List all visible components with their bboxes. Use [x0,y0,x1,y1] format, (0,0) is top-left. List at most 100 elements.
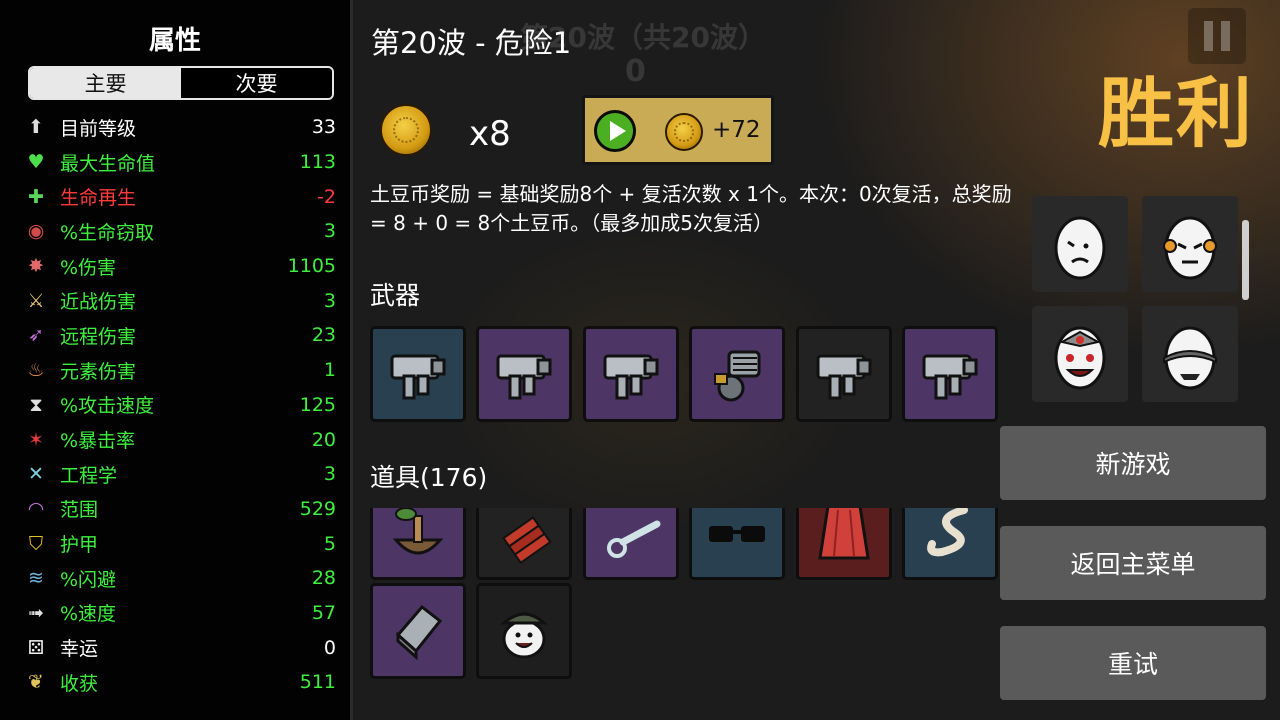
play-icon [594,110,636,152]
stat-row[interactable]: ⚄ 幸运 0 [24,630,336,665]
stat-list: ⬆ 目前等级 33 ♥ 最大生命值 113 ✚ 生命再生 -2 ◉ %生命窃取 3 ✸ %伤害 1105 ⚔ 近… [24,110,336,700]
gun-icon [390,354,446,400]
wrench-icon: ✕ [28,463,44,486]
stat-label: %生命窃取 [60,221,155,244]
stat-label: 护甲 [60,534,99,557]
item-slot[interactable] [583,508,679,580]
stat-value: 57 [311,601,336,624]
stat-row[interactable]: ✸ %伤害 1105 [24,249,336,284]
stat-label: %暴击率 [60,430,136,453]
victory-title: 胜利 [1098,69,1254,158]
gun-icon [603,354,659,400]
stat-value: 511 [299,671,336,694]
wave-title: 第20波 - 危险1 [371,26,572,60]
dynamite-icon [502,516,552,565]
stat-label: 近战伤害 [60,291,137,314]
metal-plate-icon [395,604,443,661]
stat-label: 生命再生 [60,187,137,210]
stat-row[interactable]: ➶ 远程伤害 23 [24,318,336,353]
enemy-slot[interactable] [1142,196,1238,292]
dice-icon: ⚄ [27,636,45,659]
stat-row[interactable]: ◉ %生命窃取 3 [24,214,336,249]
minigun-icon [714,350,761,402]
stat-value: 5 [323,532,336,555]
ad-reward-amount: +72 [712,117,761,143]
stat-row[interactable]: ⛉ 护甲 5 [24,526,336,561]
enemy-list-scrollbar[interactable] [1238,180,1254,420]
stat-row[interactable]: ⬆ 目前等级 33 [24,110,336,145]
enemy-slot[interactable] [1032,196,1128,292]
sunglasses-icon [709,526,765,542]
range-icon: ◠ [27,497,45,520]
item-slot[interactable] [689,508,785,580]
stat-value: 113 [299,151,336,174]
stat-value: 20 [311,428,336,451]
new-game-button[interactable]: 新游戏 [1000,426,1266,500]
shield-icon: ⛉ [28,532,44,555]
stat-value: 3 [323,463,336,486]
stat-label: %伤害 [60,256,117,279]
stat-row[interactable]: ❦ 收获 511 [24,665,336,700]
stat-label: 元素伤害 [60,360,137,383]
speed-boot-icon: ➟ [28,601,44,624]
stat-row[interactable]: ♨ 元素伤害 1 [24,353,336,388]
items-grid[interactable] [360,508,1010,720]
weapon-slot[interactable] [370,326,466,422]
stat-value: 125 [299,393,336,416]
main-menu-button[interactable]: 返回主菜单 [1000,526,1266,600]
plant-pot-icon [392,508,444,555]
stat-value: 1105 [287,255,336,278]
stat-label: 远程伤害 [60,325,137,348]
stat-row[interactable]: ≋ %闪避 28 [24,561,336,596]
weapon-slot[interactable] [476,326,572,422]
stat-value: 23 [311,324,336,347]
item-slot[interactable] [476,583,572,679]
retry-button[interactable]: 重试 [1000,626,1266,700]
tab-secondary[interactable]: 次要 [181,68,332,98]
stat-value: 0 [323,636,336,659]
item-slot[interactable] [796,508,892,580]
crit-icon: ✶ [28,428,44,451]
watch-ad-bonus-button[interactable]: +72 [582,95,774,165]
reward-description: 土豆币奖励 = 基础奖励8个 + 复活次数 x 1个。本次：0次复活，总奖励 =… [370,182,1012,235]
level-up-icon: ⬆ [28,116,44,139]
stat-label: %闪避 [60,568,117,591]
stat-row[interactable]: ➟ %速度 57 [24,596,336,631]
enemy-slot[interactable] [1142,306,1238,402]
item-slot[interactable] [370,583,466,679]
worm-icon [927,508,968,557]
scroll-thumb[interactable] [1242,220,1249,300]
demon-egg-icon [1054,326,1106,390]
handcuffs-icon [607,520,661,558]
weapon-slot[interactable] [689,326,785,422]
item-slot[interactable] [370,508,466,580]
red-cape-icon [818,508,870,560]
stat-label: 最大生命值 [60,152,156,175]
stat-value: 3 [323,220,336,243]
stat-label: 工程学 [60,464,118,487]
pause-icon-bar [1221,21,1230,51]
stat-row[interactable]: ✚ 生命再生 -2 [24,179,336,214]
stat-label: 范围 [60,499,99,522]
harvest-icon: ❦ [28,671,44,694]
stat-row[interactable]: ✕ 工程学 3 [24,457,336,492]
weapon-slot[interactable] [583,326,679,422]
gun-icon [816,354,872,400]
background-wave-count: 0 [625,54,646,89]
stat-row[interactable]: ⧗ %攻击速度 125 [24,388,336,423]
stat-row[interactable]: ♥ 最大生命值 113 [24,145,336,180]
ranged-bow-icon: ➶ [28,324,44,347]
tab-primary[interactable]: 主要 [30,68,181,98]
weapon-slot[interactable] [796,326,892,422]
item-slot[interactable] [476,508,572,580]
item-slot[interactable] [902,508,998,580]
stats-tabs: 主要 次要 [28,66,334,100]
enemy-slot[interactable] [1032,306,1128,402]
gun-icon [496,354,552,400]
stat-row[interactable]: ✶ %暴击率 20 [24,422,336,457]
stat-row[interactable]: ⚔ 近战伤害 3 [24,283,336,318]
dodge-icon: ≋ [28,567,44,590]
potato-coin-icon [665,113,703,151]
stat-row[interactable]: ◠ 范围 529 [24,492,336,527]
weapon-slot[interactable] [902,326,998,422]
